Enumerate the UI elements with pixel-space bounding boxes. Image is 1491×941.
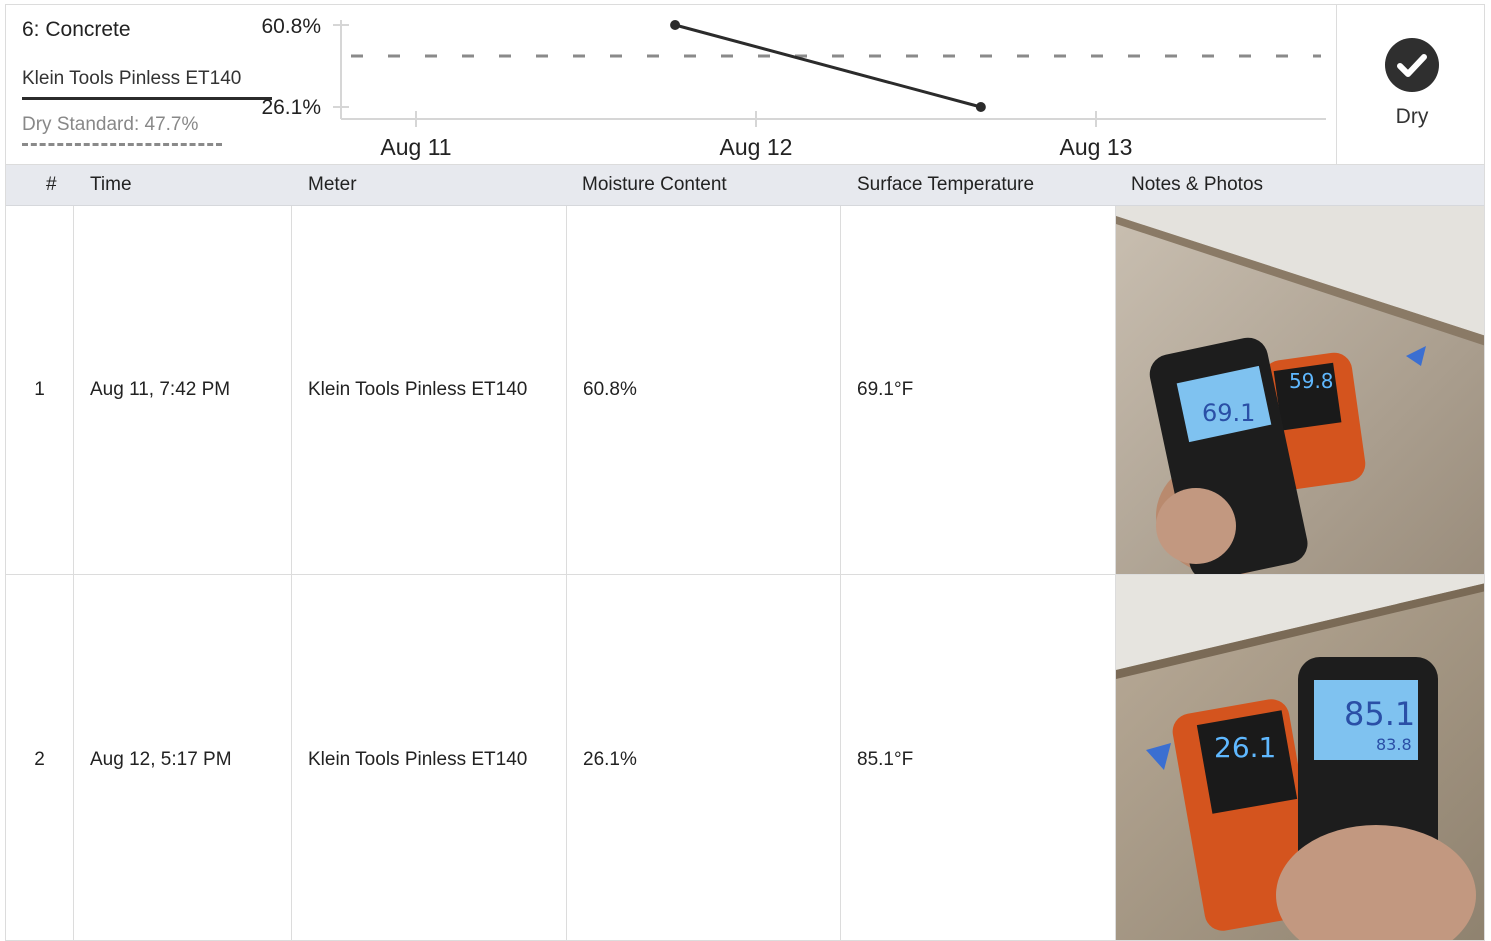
photo-display-primary: 69.1 xyxy=(1202,399,1255,427)
moisture-value: 26.1% xyxy=(583,748,637,770)
column-header-notes: Notes & Photos xyxy=(1131,174,1264,195)
photo-display-secondary: 59.8 xyxy=(1289,369,1334,393)
x-tick-label: Aug 11 xyxy=(380,134,451,160)
legend-meter-swatch xyxy=(22,97,272,100)
column-header-moisture: Moisture Content xyxy=(582,174,727,195)
row-number: 2 xyxy=(34,748,45,770)
chart-header: 6: Concrete Klein Tools Pinless ET140 Dr… xyxy=(6,5,1484,165)
row-number-cell: 2 xyxy=(6,575,74,940)
meter-name: Klein Tools Pinless ET140 xyxy=(308,379,528,400)
data-point xyxy=(670,20,681,30)
table-row[interactable]: 2 Aug 12, 5:17 PM Klein Tools Pinless ET… xyxy=(6,575,1484,940)
y-tick-label-max: 60.8% xyxy=(261,15,321,38)
temperature-cell: 69.1°F xyxy=(841,206,1116,574)
meter-cell: Klein Tools Pinless ET140 xyxy=(292,575,567,940)
x-tick-label: Aug 13 xyxy=(1060,134,1133,160)
series-line xyxy=(674,23,982,109)
y-tick-label-min: 26.1% xyxy=(261,96,321,119)
check-circle-icon xyxy=(1385,38,1439,92)
moisture-chart: Aug 11 Aug 12 Aug 13 xyxy=(333,20,1326,160)
row-number: 1 xyxy=(34,379,45,400)
moisture-cell: 26.1% xyxy=(567,575,841,940)
photo-display-secondary: 26.1 xyxy=(1214,731,1276,764)
data-point xyxy=(975,102,986,112)
reading-time: Aug 12, 5:17 PM xyxy=(90,748,232,770)
legend-standard-label: Dry Standard: 47.7% xyxy=(22,114,199,135)
table-row[interactable]: 1 Aug 11, 7:42 PM Klein Tools Pinless ET… xyxy=(6,206,1484,575)
photo-display-primary: 85.1 xyxy=(1344,695,1415,733)
row-number-cell: 1 xyxy=(6,206,74,574)
reading-card: 6: Concrete Klein Tools Pinless ET140 Dr… xyxy=(5,4,1485,941)
time-cell: Aug 11, 7:42 PM xyxy=(74,206,292,574)
reading-photo[interactable]: 59.8 69.1 xyxy=(1116,206,1484,574)
meter-name: Klein Tools Pinless ET140 xyxy=(308,748,528,770)
x-tick-label: Aug 12 xyxy=(720,134,793,160)
column-header-number: # xyxy=(46,174,57,195)
area-title: 6: Concrete xyxy=(22,18,131,41)
moisture-value: 60.8% xyxy=(583,379,637,400)
photo-display-small: 83.8 xyxy=(1376,735,1412,754)
temperature-cell: 85.1°F xyxy=(841,575,1116,940)
reading-photo[interactable]: 26.1 85.1 83.8 xyxy=(1116,575,1484,940)
legend-standard-swatch xyxy=(22,143,222,146)
status-label: Dry xyxy=(1395,105,1429,128)
column-header-time: Time xyxy=(90,174,132,195)
temperature-value: 69.1°F xyxy=(857,379,914,400)
moisture-cell: 60.8% xyxy=(567,206,841,574)
column-header-temperature: Surface Temperature xyxy=(857,174,1035,195)
time-cell: Aug 12, 5:17 PM xyxy=(74,575,292,940)
status-panel: Dry xyxy=(1336,5,1484,165)
column-header-meter: Meter xyxy=(308,174,357,195)
meter-cell: Klein Tools Pinless ET140 xyxy=(292,206,567,574)
legend-meter-label: Klein Tools Pinless ET140 xyxy=(22,68,242,89)
table-header: # Time Meter Moisture Content Surface Te… xyxy=(6,165,1484,206)
reading-time: Aug 11, 7:42 PM xyxy=(90,379,231,400)
temperature-value: 85.1°F xyxy=(857,748,914,770)
